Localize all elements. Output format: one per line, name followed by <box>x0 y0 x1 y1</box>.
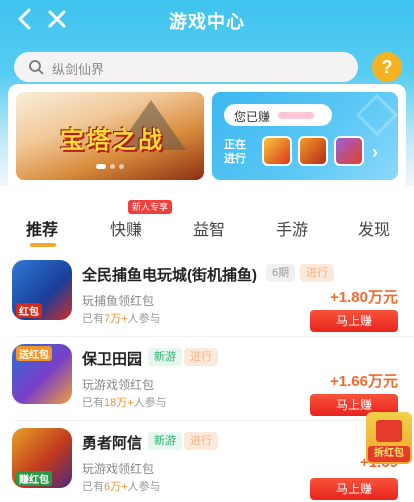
participants: 已有7万+人参与 <box>82 313 161 325</box>
tab-quick-earn[interactable]: 快赚 <box>110 216 142 240</box>
game-subtitle: 玩游戏领红包 <box>82 378 155 392</box>
chevron-right-icon[interactable]: › <box>372 142 378 163</box>
pager-dot <box>110 164 115 169</box>
thumb-badge: 赚红包 <box>16 471 52 486</box>
tag-progress: 进行 <box>300 264 334 282</box>
tag-progress: 进行 <box>184 432 218 450</box>
category-tabs: 推荐 快赚 益智 手游 发现 <box>0 200 414 250</box>
blurred-amount <box>278 112 314 119</box>
game-name: 保卫田园 <box>82 351 143 368</box>
tag-progress: 进行 <box>184 348 218 366</box>
tab-recommend[interactable]: 推荐 <box>26 216 58 240</box>
game-name: 勇者阿信 <box>82 435 143 452</box>
running-game-thumb[interactable] <box>262 136 292 166</box>
in-progress-label: 正在进行 <box>224 139 246 165</box>
help-button[interactable]: ? <box>372 52 402 82</box>
reward-amount: +1.66万元 <box>330 373 398 390</box>
banner-pager <box>16 156 204 174</box>
game-row[interactable]: 红包 全民捕鱼电玩城(街机捕鱼) 6期 进行 玩捕鱼领红包 已有7万+人参与 +… <box>0 256 414 336</box>
running-game-thumb[interactable] <box>298 136 328 166</box>
earned-label: 您已赚 <box>234 110 271 124</box>
tag-period: 6期 <box>266 264 296 282</box>
pager-dot <box>96 164 106 169</box>
game-row[interactable]: 赚红包 勇者阿信 新游 进行 玩游戏领红包 已有6万+人参与 +1.69 马上赚 <box>0 424 414 502</box>
earn-now-button[interactable]: 马上赚 <box>310 310 398 332</box>
earnings-panel[interactable]: 您已赚 正在进行 › <box>212 92 398 180</box>
game-name: 全民捕鱼电玩城(街机捕鱼) <box>82 267 257 284</box>
row-divider <box>14 336 414 337</box>
game-banner[interactable]: 宝塔之战 <box>16 92 204 180</box>
game-subtitle: 玩捕鱼领红包 <box>82 294 155 308</box>
thumb-badge: 红包 <box>16 303 42 318</box>
open-red-packet-label: 拆红包 <box>368 446 410 462</box>
earn-now-button[interactable]: 马上赚 <box>310 478 398 500</box>
game-thumb: 赚红包 <box>12 428 72 488</box>
running-game-thumb[interactable] <box>334 136 364 166</box>
row-divider <box>14 420 414 421</box>
earned-pill: 您已赚 <box>224 104 332 126</box>
thumb-badge: 送红包 <box>16 346 52 361</box>
game-subtitle: 玩游戏领红包 <box>82 462 155 476</box>
participants: 已有6万+人参与 <box>82 481 161 493</box>
reward-amount: +1.80万元 <box>330 289 398 306</box>
tab-discover[interactable]: 发现 <box>358 216 390 240</box>
search-placeholder: 纵剑仙界 <box>52 62 105 77</box>
tab-active-indicator <box>30 243 56 247</box>
game-row[interactable]: 送红包 保卫田园 新游 进行 玩游戏领红包 已有18万+人参与 +1.66万元 … <box>0 340 414 420</box>
tab-mobile-games[interactable]: 手游 <box>276 216 308 240</box>
tag-new: 新游 <box>148 348 182 366</box>
pager-dot <box>119 164 124 169</box>
game-thumb: 送红包 <box>12 344 72 404</box>
tab-puzzle[interactable]: 益智 <box>193 216 225 240</box>
participants: 已有18万+人参与 <box>82 397 167 409</box>
red-envelope-icon <box>376 420 402 442</box>
nav-bar: 游戏中心 <box>0 0 414 40</box>
tag-new: 新游 <box>148 432 182 450</box>
search-input[interactable]: 纵剑仙界 <box>14 52 358 82</box>
red-packet-floater[interactable]: 拆红包 <box>366 412 412 464</box>
decor-diamond <box>355 93 398 137</box>
game-thumb: 红包 <box>12 260 72 320</box>
new-user-badge: 新人专享 <box>128 200 173 214</box>
banner-logo: 宝塔之战 <box>60 127 164 154</box>
search-icon <box>29 60 44 75</box>
page-title: 游戏中心 <box>169 12 245 32</box>
